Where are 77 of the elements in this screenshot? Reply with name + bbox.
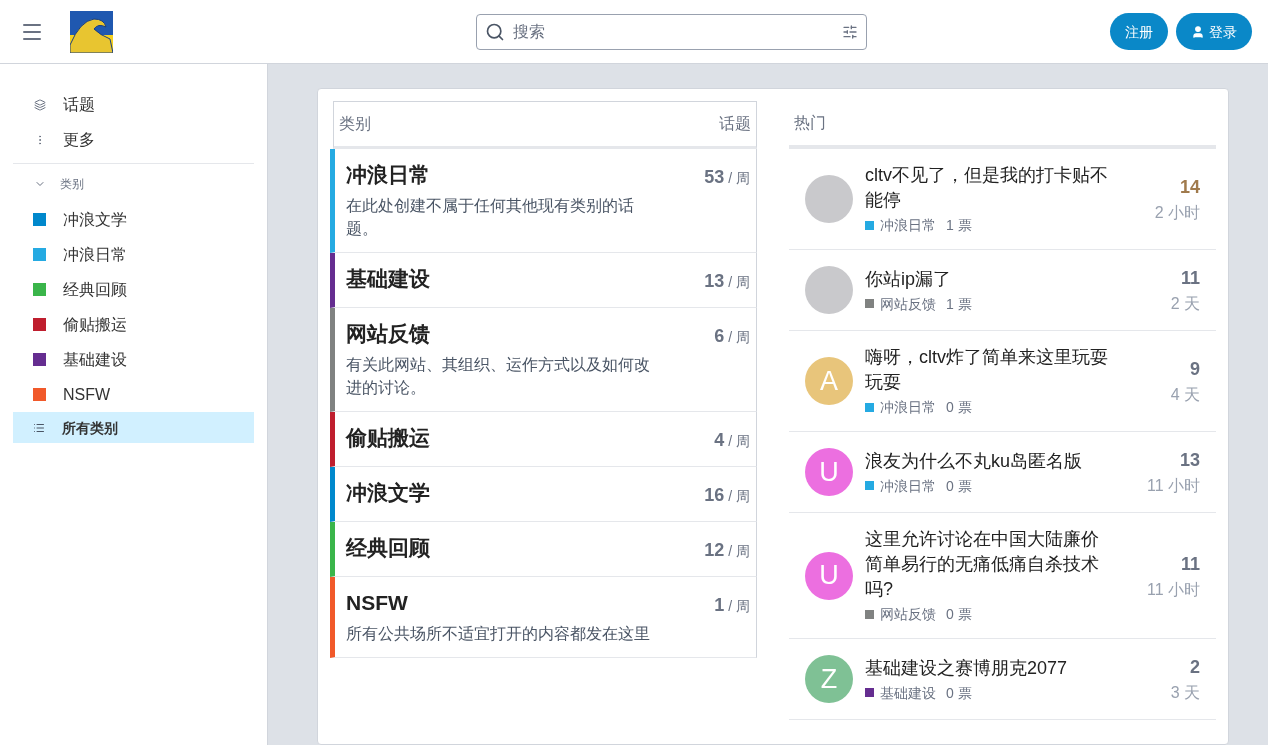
category-row[interactable]: 网站反馈 有关此网站、其组织、运作方式以及如何改进的讨论。 6 / 周 <box>330 308 757 412</box>
vote-count: 0 票 <box>946 398 972 417</box>
topic-age: 4 天 <box>1170 385 1200 405</box>
sidebar-item[interactable]: 话题 <box>13 87 254 122</box>
column-header: 热门 <box>794 113 826 133</box>
topic-age: 11 小时 <box>1146 476 1200 496</box>
category-name[interactable]: NSFW <box>346 589 676 617</box>
category-name[interactable]: 偷贴搬运 <box>346 424 676 452</box>
search-icon <box>485 21 505 42</box>
category-link[interactable]: 网站反馈 <box>880 604 936 624</box>
category-row[interactable]: 冲浪日常 在此处创建不属于任何其他现有类别的话题。 53 / 周 <box>330 149 757 253</box>
category-link[interactable]: 基础建设 <box>880 682 936 703</box>
vote-count: 0 票 <box>946 476 972 496</box>
topic-count: 53 / 周 <box>704 166 750 189</box>
reply-count: 13 <box>1179 449 1200 472</box>
category-row[interactable]: 偷贴搬运 4 / 周 <box>330 412 757 467</box>
topic-count: 13 / 周 <box>704 270 750 293</box>
vote-count: 0 票 <box>946 605 972 624</box>
sidebar-category[interactable]: 冲浪日常 <box>13 237 254 272</box>
category-link[interactable]: 冲浪日常 <box>880 475 936 496</box>
reply-count: 2 <box>1190 656 1200 679</box>
column-header: 类别 <box>339 114 371 134</box>
sidebar-category[interactable]: 冲浪文学 <box>13 202 254 237</box>
category-link[interactable]: 冲浪日常 <box>880 215 936 235</box>
category-row[interactable]: 冲浪文学 16 / 周 <box>330 467 757 522</box>
reply-count: 9 <box>1190 358 1200 381</box>
search-box[interactable]: 搜索 <box>476 13 867 50</box>
sidebar-category[interactable]: 所有类别 <box>13 412 254 443</box>
category-row[interactable]: 经典回顾 12 / 周 <box>330 522 757 577</box>
reply-count: 11 <box>1180 552 1200 576</box>
sidebar-category[interactable]: 偷贴搬运 <box>13 307 254 342</box>
sidebar-category[interactable]: 基础建设 <box>13 342 254 377</box>
filter-icon[interactable] <box>842 23 858 40</box>
sidebar-category[interactable]: NSFW <box>13 377 254 412</box>
section-header[interactable]: 类别 <box>13 172 254 196</box>
category-name[interactable]: 经典回顾 <box>346 534 676 562</box>
topic-count: 4 / 周 <box>714 429 750 452</box>
topic-count: 12 / 周 <box>704 539 750 562</box>
topic-title[interactable]: 浪友为什么不丸ku岛匿名版 <box>865 448 1115 474</box>
category-row[interactable]: NSFW 所有公共场所不适宜打开的内容都发在这里 1 / 周 <box>330 577 757 658</box>
topic-count: 16 / 周 <box>704 484 750 507</box>
topic-title[interactable]: 嗨呀，cltv炸了简单来这里玩耍玩耍 <box>865 345 1115 395</box>
vote-count: 0 票 <box>946 683 972 703</box>
search-field[interactable]: 搜索 <box>513 14 834 49</box>
category-name[interactable]: 网站反馈 <box>346 320 676 348</box>
list-icon <box>33 421 45 434</box>
category-description: 所有公共场所不适宜打开的内容都发在这里 <box>346 624 651 644</box>
topic-count: 1 / 周 <box>714 594 750 617</box>
topic-age: 3 天 <box>1170 683 1200 703</box>
category-description: 有关此网站、其组织、运作方式以及如何改进的讨论。 <box>346 355 651 398</box>
logo-drawing[interactable] <box>70 10 113 53</box>
reply-count: 11 <box>1180 267 1200 290</box>
signup-button[interactable]: 注册 <box>1110 13 1168 50</box>
category-name[interactable]: 冲浪日常 <box>346 161 676 189</box>
user-icon <box>1191 24 1205 39</box>
category-row[interactable]: 基础建设 13 / 周 <box>330 253 757 308</box>
category-name[interactable]: 冲浪文学 <box>346 479 676 507</box>
topic-title[interactable]: 基础建设之赛博朋克2077 <box>865 655 1115 681</box>
category-link[interactable]: 冲浪日常 <box>880 397 936 417</box>
topic-title[interactable]: 你站ip漏了 <box>865 266 1115 292</box>
category-name[interactable]: 基础建设 <box>346 265 676 293</box>
vote-count: 1 票 <box>946 216 972 235</box>
topic-age: 2 小时 <box>1154 203 1200 223</box>
vote-count: 1 票 <box>946 294 972 314</box>
reply-count: 14 <box>1179 176 1200 199</box>
topic-age: 2 天 <box>1170 294 1200 314</box>
topic-title[interactable]: 这里允许讨论在中国大陆廉价简单易行的无痛低痛自杀技术吗? <box>865 527 1115 602</box>
category-description: 在此处创建不属于任何其他现有类别的话题。 <box>346 196 635 239</box>
column-header: 话题 <box>719 114 751 134</box>
topic-count: 6 / 周 <box>714 325 750 348</box>
category-link[interactable]: 网站反馈 <box>880 293 936 314</box>
sidebar-item[interactable]: 更多 <box>13 122 254 157</box>
topic-age: 11 小时 <box>1146 579 1200 600</box>
login-button[interactable]: 登录 <box>1176 13 1252 50</box>
layers-icon <box>34 98 46 111</box>
sidebar-category[interactable]: 经典回顾 <box>13 272 254 307</box>
topic-title[interactable]: cltv不见了，但是我的打卡贴不能停 <box>865 163 1115 213</box>
